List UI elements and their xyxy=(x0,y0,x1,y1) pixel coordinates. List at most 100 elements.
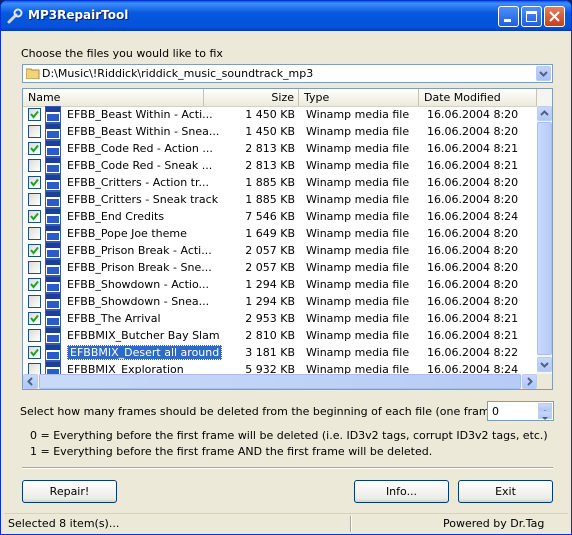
window-title: MP3RepairTool xyxy=(28,8,129,22)
file-row[interactable]: EFBB_End Credits 7 546 KB Winamp media fil… xyxy=(23,208,537,225)
combo-dropdown-button[interactable] xyxy=(536,66,551,81)
info-button[interactable]: Info... xyxy=(354,480,449,503)
close-button[interactable] xyxy=(544,6,565,27)
file-checkbox[interactable] xyxy=(28,159,41,172)
mp3-file-icon xyxy=(45,293,61,310)
file-row[interactable]: EFBB_The Arrival 2 953 KB Winamp media fil… xyxy=(23,310,537,327)
file-checkbox[interactable] xyxy=(28,295,41,308)
file-row[interactable]: EFBB_Prison Break - Acti... 2 057 KB Winam… xyxy=(23,242,537,259)
arrow-down-icon xyxy=(540,362,549,368)
file-date: 16.06.2004 8:21 xyxy=(427,329,519,342)
file-checkbox[interactable] xyxy=(28,346,41,359)
file-type: Winamp media file xyxy=(306,193,410,206)
mp3-file-icon xyxy=(45,140,61,157)
arrow-up-icon xyxy=(540,110,549,116)
frames-prompt: Select how many frames should be deleted… xyxy=(20,405,555,418)
file-checkbox[interactable] xyxy=(28,176,41,189)
arrow-right-icon xyxy=(527,377,533,386)
file-size: 1 649 KB xyxy=(245,227,295,240)
exit-button[interactable]: Exit xyxy=(458,480,553,503)
vertical-scrollbar[interactable] xyxy=(537,89,552,374)
scroll-down-button[interactable] xyxy=(537,357,552,372)
list-header: Name Size Type Date Modified xyxy=(23,89,537,107)
file-checkbox[interactable] xyxy=(28,329,41,342)
file-checkbox[interactable] xyxy=(28,278,41,291)
file-size: 2 057 KB xyxy=(245,261,295,274)
vertical-scroll-thumb[interactable] xyxy=(537,122,552,355)
file-row[interactable]: EFBB_Critters - Sneak track 1 885 KB Winam… xyxy=(23,191,537,208)
file-size: 1 294 KB xyxy=(245,278,295,291)
file-row[interactable]: EFBB_Prison Break - Sne... 2 057 KB Winamp… xyxy=(23,259,537,276)
path-combobox[interactable]: D:\Music\!Riddick\riddick_music_soundtra… xyxy=(22,64,553,83)
file-row[interactable]: EFBB_Code Red - Sneak ... 2 813 KB Winamp … xyxy=(23,157,537,174)
mp3-file-icon xyxy=(45,276,61,293)
file-checkbox[interactable] xyxy=(28,108,41,121)
scroll-left-button[interactable] xyxy=(23,374,38,389)
file-list[interactable]: Name Size Type Date Modified EFBB_Beast … xyxy=(22,88,553,390)
title-bar[interactable]: MP3RepairTool xyxy=(1,1,571,31)
frames-spinbox[interactable]: 0 xyxy=(487,401,554,421)
file-date: 16.06.2004 8:20 xyxy=(427,108,519,121)
mp3-file-icon xyxy=(45,191,61,208)
file-checkbox[interactable] xyxy=(28,227,41,240)
horizontal-scroll-thumb[interactable] xyxy=(39,374,521,389)
file-name: EFBB_Code Red - Sneak ... xyxy=(67,159,213,172)
spin-down-button[interactable] xyxy=(538,411,552,420)
column-header-name[interactable]: Name xyxy=(23,89,204,106)
repair-button[interactable]: Repair! xyxy=(22,480,117,503)
file-row[interactable]: EFBB_Beast Within - Snea... 1 450 KB Winam… xyxy=(23,123,537,140)
file-row[interactable]: EFBB_Showdown - Actio... 1 294 KB Winamp m… xyxy=(23,276,537,293)
file-type: Winamp media file xyxy=(306,210,410,223)
maximize-button[interactable] xyxy=(521,6,542,27)
scroll-right-button[interactable] xyxy=(522,374,537,389)
file-checkbox[interactable] xyxy=(28,312,41,325)
file-row[interactable]: EFBB_Pope Joe theme 1 649 KB Winamp media … xyxy=(23,225,537,242)
status-powered: Powered by Dr.Tag xyxy=(443,517,545,530)
file-name: EFBB_Showdown - Actio... xyxy=(67,278,209,291)
file-name: EFBB_The Arrival xyxy=(67,312,161,325)
status-divider xyxy=(350,516,352,532)
horizontal-scrollbar[interactable] xyxy=(23,374,537,389)
column-header-type[interactable]: Type xyxy=(299,89,419,106)
file-date: 16.06.2004 8:20 xyxy=(427,278,519,291)
file-checkbox[interactable] xyxy=(28,244,41,257)
file-name: EFBB_Critters - Action tr... xyxy=(67,176,210,189)
checkmark-icon xyxy=(30,178,39,187)
file-size: 3 181 KB xyxy=(245,346,295,359)
file-name: EFBB_Showdown - Snea... xyxy=(67,295,210,308)
column-header-date[interactable]: Date Modified xyxy=(419,89,537,106)
file-checkbox[interactable] xyxy=(28,125,41,138)
column-header-size[interactable]: Size xyxy=(204,89,299,106)
file-size: 1 885 KB xyxy=(245,193,295,206)
minimize-button[interactable] xyxy=(498,6,519,27)
mp3-file-icon xyxy=(45,242,61,259)
file-checkbox[interactable] xyxy=(28,142,41,155)
file-checkbox[interactable] xyxy=(28,193,41,206)
file-size: 2 057 KB xyxy=(245,244,295,257)
checkmark-icon xyxy=(30,280,39,289)
file-row[interactable]: EFBBMIX_Exploration 5 932 KB Winamp media … xyxy=(23,361,537,375)
scroll-up-button[interactable] xyxy=(537,106,552,121)
file-date: 16.06.2004 8:20 xyxy=(427,227,519,240)
file-row[interactable]: EFBB_Showdown - Snea... 1 294 KB Winamp me… xyxy=(23,293,537,310)
file-row[interactable]: EFBBMIX_Desert all around 3 181 KB Winamp … xyxy=(23,344,537,361)
path-value: D:\Music\!Riddick\riddick_music_soundtra… xyxy=(42,67,314,80)
note-zero: 0 = Everything before the first frame wi… xyxy=(30,429,548,442)
file-size: 1 450 KB xyxy=(245,125,295,138)
mp3-file-icon xyxy=(45,174,61,191)
minimize-icon xyxy=(504,19,511,22)
file-type: Winamp media file xyxy=(306,295,410,308)
file-row[interactable]: EFBBMIX_Butcher Bay Slam 2 810 KB Winamp m… xyxy=(23,327,537,344)
spin-up-button[interactable] xyxy=(538,403,552,413)
checkmark-icon xyxy=(30,314,39,323)
file-row[interactable]: EFBB_Critters - Action tr... 1 885 KB Wina… xyxy=(23,174,537,191)
file-size: 1 450 KB xyxy=(245,108,295,121)
file-checkbox[interactable] xyxy=(28,261,41,274)
mp3-file-icon xyxy=(45,259,61,276)
file-row[interactable]: EFBB_Beast Within - Acti... 1 450 KB Winam… xyxy=(23,106,537,123)
client-area: Choose the files you would like to fix D… xyxy=(4,31,568,534)
file-row[interactable]: EFBB_Code Red - Action ... 2 813 KB Winamp… xyxy=(23,140,537,157)
file-checkbox[interactable] xyxy=(28,210,41,223)
checkmark-icon xyxy=(30,110,39,119)
file-type: Winamp media file xyxy=(306,142,410,155)
